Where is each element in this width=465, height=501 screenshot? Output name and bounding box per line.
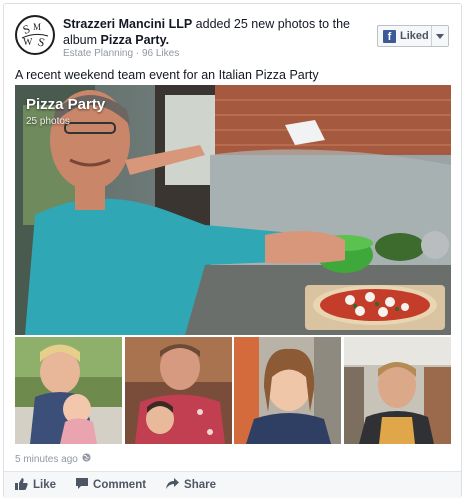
thumbs-up-icon (15, 477, 28, 493)
story-actions: Like Comment Share (4, 471, 461, 498)
comment-bubble-icon (76, 478, 89, 492)
liked-toggle[interactable]: f Liked (378, 26, 432, 46)
comment-label: Comment (93, 479, 147, 491)
photo-young-man (344, 337, 451, 444)
like-label: Like (33, 479, 57, 491)
photo-thumbnails (15, 337, 451, 444)
album-overlay-title: Pizza Party (26, 96, 106, 113)
comment-button[interactable]: Comment (76, 478, 146, 492)
post-timestamp: 5 minutes ago (15, 453, 91, 465)
liked-dropdown[interactable] (432, 26, 448, 46)
share-label: Share (184, 479, 217, 491)
svg-text:W: W (23, 37, 33, 48)
liked-button[interactable]: f Liked (377, 25, 449, 47)
share-button[interactable]: Share (166, 478, 216, 492)
svg-text:M: M (33, 22, 41, 32)
share-arrow-icon (166, 478, 180, 492)
photo-thumbnail[interactable] (234, 337, 341, 444)
monogram-logo-icon: S M W S (21, 22, 49, 50)
album-cover-photo[interactable]: Pizza Party 25 photos (15, 85, 451, 335)
photo-man-child (125, 337, 232, 444)
news-feed-story: S M W S Strazzeri Mancini LLP added 25 n… (3, 3, 462, 498)
globe-icon (82, 453, 91, 465)
photo-woman-baby (15, 337, 122, 444)
meta-separator: · (133, 48, 142, 59)
page-avatar[interactable]: S M W S (15, 15, 55, 55)
album-link[interactable]: Pizza Party. (101, 33, 170, 47)
facebook-logo-icon: f (383, 29, 396, 43)
svg-text:S: S (36, 34, 46, 49)
post-message: A recent weekend team event for an Itali… (15, 68, 319, 82)
svg-text:S: S (21, 22, 32, 37)
like-button[interactable]: Like (15, 477, 57, 493)
liked-label: Liked (400, 30, 429, 42)
photo-smiling-woman (234, 337, 341, 444)
photo-thumbnail[interactable] (15, 337, 122, 444)
photo-man-pizza (15, 85, 451, 335)
page-meta: Estate Planning · 96 Likes (63, 48, 179, 59)
page-category[interactable]: Estate Planning (63, 48, 133, 59)
story-headline: Strazzeri Mancini LLP added 25 new photo… (63, 16, 373, 48)
page-likes[interactable]: 96 Likes (142, 48, 179, 59)
author-link[interactable]: Strazzeri Mancini LLP (63, 17, 192, 31)
album-overlay-count: 25 photos (26, 116, 70, 127)
chevron-down-icon (436, 33, 444, 39)
photo-thumbnail[interactable] (344, 337, 451, 444)
timestamp-text[interactable]: 5 minutes ago (15, 454, 78, 465)
photo-thumbnail[interactable] (125, 337, 232, 444)
